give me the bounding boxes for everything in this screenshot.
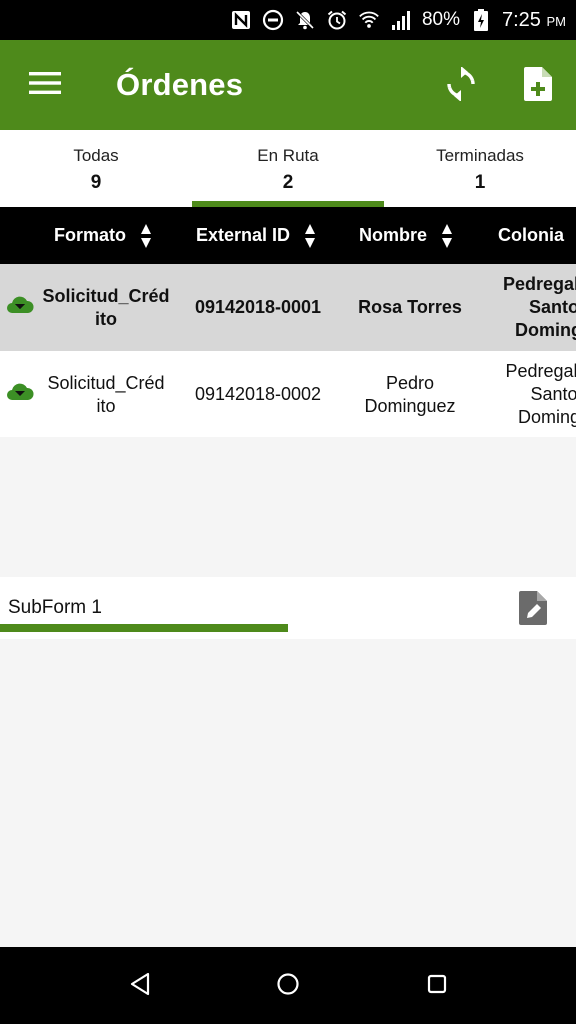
refresh-button[interactable] xyxy=(440,65,482,107)
subform-progress-bar xyxy=(0,624,288,632)
sort-icon xyxy=(140,223,152,249)
subform-item[interactable]: SubForm 1 xyxy=(0,577,576,639)
orders-table[interactable]: Formato External ID Nombre Colonia Solic… xyxy=(0,207,576,437)
edit-document-button[interactable] xyxy=(518,590,548,630)
column-header-label: Colonia xyxy=(498,225,564,245)
tab-count: 2 xyxy=(282,172,294,193)
menu-button[interactable] xyxy=(24,66,66,104)
cloud-download-icon[interactable] xyxy=(6,295,34,317)
subform-label: SubForm 1 xyxy=(8,597,102,618)
battery-charging-icon xyxy=(470,9,492,31)
status-icons: 80% 7:25 PM xyxy=(230,0,566,40)
notifications-off-icon xyxy=(294,9,316,31)
recents-icon xyxy=(426,973,448,1000)
cell-formato: Solicitud_Créd ito xyxy=(42,285,170,329)
tab-count: 1 xyxy=(474,172,486,193)
clock-time: 7:25 xyxy=(502,8,541,31)
page-title: Órdenes xyxy=(116,67,244,102)
menu-icon xyxy=(29,71,61,100)
tab-todas[interactable]: Todas 9 xyxy=(0,130,192,207)
app-bar: Órdenes xyxy=(0,40,576,130)
status-bar: 80% 7:25 PM xyxy=(0,0,576,40)
column-header-label: Nombre xyxy=(359,225,428,245)
wifi-icon xyxy=(358,9,380,31)
alarm-icon xyxy=(326,9,348,31)
cell-external-id: 09142018-0001 xyxy=(194,297,322,317)
clock-ampm: PM xyxy=(546,13,567,29)
signal-icon xyxy=(390,9,412,31)
cell-nombre: Pedro Dominguez xyxy=(364,372,456,416)
cell-formato: Solicitud_Créd ito xyxy=(47,372,165,416)
column-header-nombre[interactable]: Nombre xyxy=(359,207,453,264)
back-icon xyxy=(128,971,152,1002)
cell-external-id: 09142018-0002 xyxy=(194,384,322,404)
home-button[interactable] xyxy=(273,971,303,1001)
tab-label: Todas xyxy=(73,146,119,165)
cell-colonia: Pedregal de Santo Domingo xyxy=(505,361,576,427)
battery-percent: 80% xyxy=(421,9,460,30)
table-row[interactable]: Solicitud_Créd ito 09142018-0002 Pedro D… xyxy=(0,351,576,437)
table-header: Formato External ID Nombre Colonia xyxy=(0,207,576,264)
new-document-button[interactable] xyxy=(518,65,558,107)
cell-nombre: Rosa Torres xyxy=(358,297,462,317)
sort-icon xyxy=(304,223,316,249)
cloud-download-icon[interactable] xyxy=(6,382,34,404)
do-not-disturb-icon xyxy=(262,9,284,31)
refresh-icon xyxy=(445,65,477,106)
tab-label: Terminadas xyxy=(436,146,524,165)
new-document-icon xyxy=(524,66,552,106)
tab-en-ruta[interactable]: En Ruta 2 xyxy=(192,130,384,207)
tab-terminadas[interactable]: Terminadas 1 xyxy=(384,130,576,207)
clock: 7:25 PM xyxy=(502,9,566,32)
tab-count: 9 xyxy=(90,172,102,193)
recents-button[interactable] xyxy=(422,971,452,1001)
back-button[interactable] xyxy=(125,971,155,1001)
column-header-label: External ID xyxy=(196,225,291,245)
column-header-formato[interactable]: Formato xyxy=(54,207,152,264)
home-icon xyxy=(276,972,300,1001)
column-header-label: Formato xyxy=(54,225,126,245)
column-header-external-id[interactable]: External ID xyxy=(196,207,316,264)
status-tabs: Todas 9 En Ruta 2 Terminadas 1 xyxy=(0,130,576,207)
sort-icon xyxy=(441,223,453,249)
edit-document-icon xyxy=(519,590,547,630)
column-header-colonia[interactable]: Colonia xyxy=(498,207,564,264)
table-row[interactable]: Solicitud_Créd ito 09142018-0001 Rosa To… xyxy=(0,264,576,351)
cell-colonia: Pedregal de Santo Domingo xyxy=(502,274,576,340)
tab-label: En Ruta xyxy=(257,146,319,165)
nfc-icon xyxy=(230,9,252,31)
navigation-bar xyxy=(0,947,576,1024)
